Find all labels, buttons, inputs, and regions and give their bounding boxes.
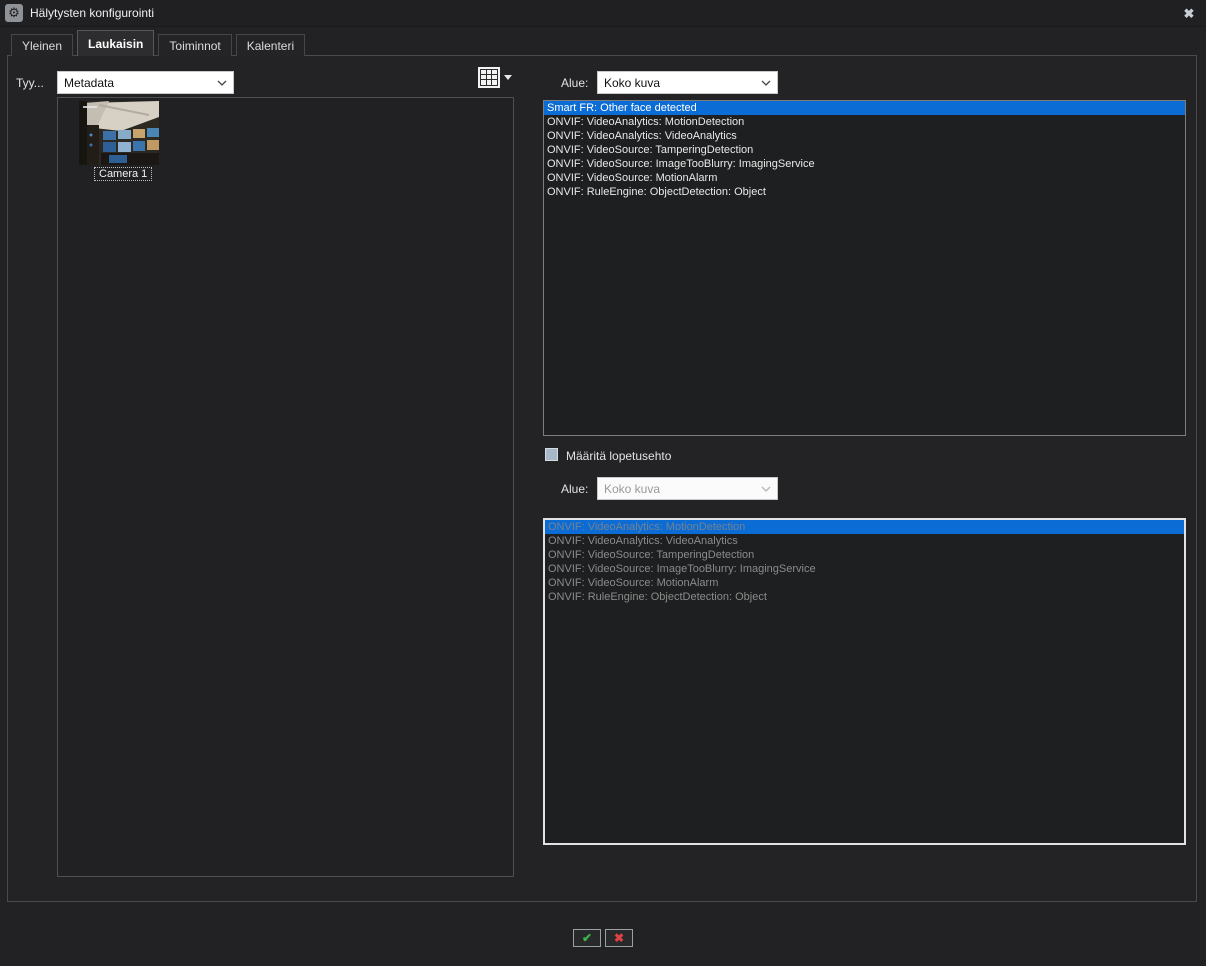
camera-thumbnail[interactable] xyxy=(79,101,159,165)
trigger-area-select[interactable]: Koko kuva xyxy=(597,71,778,94)
tab-toiminnot[interactable]: Toiminnot xyxy=(158,34,231,56)
trigger-area-label: Alue: xyxy=(561,76,588,90)
list-item[interactable]: ONVIF: VideoSource: ImageTooBlurry: Imag… xyxy=(544,157,1185,171)
end-area-label: Alue: xyxy=(561,482,588,496)
chevron-down-icon xyxy=(217,78,227,88)
trigger-area-value: Koko kuva xyxy=(604,76,660,90)
end-events-list: ONVIF: VideoAnalytics: MotionDetectionON… xyxy=(543,518,1186,845)
trigger-events-list: Smart FR: Other face detectedONVIF: Vide… xyxy=(543,100,1186,436)
list-item: ONVIF: VideoAnalytics: MotionDetection xyxy=(545,520,1184,534)
list-item: ONVIF: VideoSource: MotionAlarm xyxy=(545,576,1184,590)
chevron-down-icon xyxy=(761,78,771,88)
list-item[interactable]: ONVIF: RuleEngine: ObjectDetection: Obje… xyxy=(544,185,1185,199)
chevron-down-icon xyxy=(761,484,771,494)
type-select-value: Metadata xyxy=(64,76,114,90)
list-item[interactable]: ONVIF: VideoAnalytics: MotionDetection xyxy=(544,115,1185,129)
list-item[interactable]: ONVIF: VideoSource: MotionAlarm xyxy=(544,171,1185,185)
type-label: Tyy... xyxy=(16,76,44,90)
tab-kalenteri[interactable]: Kalenteri xyxy=(236,34,305,56)
tab-yleinen[interactable]: Yleinen xyxy=(11,34,73,56)
camera-list-panel: Camera 1 xyxy=(57,97,514,877)
list-item: ONVIF: RuleEngine: ObjectDetection: Obje… xyxy=(545,590,1184,604)
grid-layout-button[interactable] xyxy=(478,65,518,89)
title-bar: ⚙ Hälytysten konfigurointi ✖ xyxy=(0,0,1206,27)
camera-name-label[interactable]: Camera 1 xyxy=(94,167,152,181)
list-item[interactable]: Smart FR: Other face detected xyxy=(544,101,1185,115)
window-title: Hälytysten konfigurointi xyxy=(30,6,154,20)
end-area-value: Koko kuva xyxy=(604,482,660,496)
ok-button[interactable]: ✔ xyxy=(573,929,601,947)
grid-icon xyxy=(478,67,500,88)
gear-icon: ⚙ xyxy=(5,4,23,22)
end-area-select: Koko kuva xyxy=(597,477,778,500)
end-condition-checkbox[interactable] xyxy=(545,448,558,461)
list-item[interactable]: ONVIF: VideoAnalytics: VideoAnalytics xyxy=(544,129,1185,143)
type-select[interactable]: Metadata xyxy=(57,71,234,94)
alarm-config-dialog: ⚙ Hälytysten konfigurointi ✖ Yleinen Lau… xyxy=(0,0,1206,966)
list-item: ONVIF: VideoSource: ImageTooBlurry: Imag… xyxy=(545,562,1184,576)
caret-down-icon xyxy=(504,75,512,80)
cancel-button[interactable]: ✖ xyxy=(605,929,633,947)
close-icon[interactable]: ✖ xyxy=(1180,5,1198,23)
end-condition-label: Määritä lopetusehto xyxy=(566,449,671,463)
list-item: ONVIF: VideoAnalytics: VideoAnalytics xyxy=(545,534,1184,548)
list-item: ONVIF: VideoSource: TamperingDetection xyxy=(545,548,1184,562)
list-item[interactable]: ONVIF: VideoSource: TamperingDetection xyxy=(544,143,1185,157)
tab-bar: Yleinen Laukaisin Toiminnot Kalenteri xyxy=(11,30,305,56)
tab-laukaisin[interactable]: Laukaisin xyxy=(77,30,154,56)
